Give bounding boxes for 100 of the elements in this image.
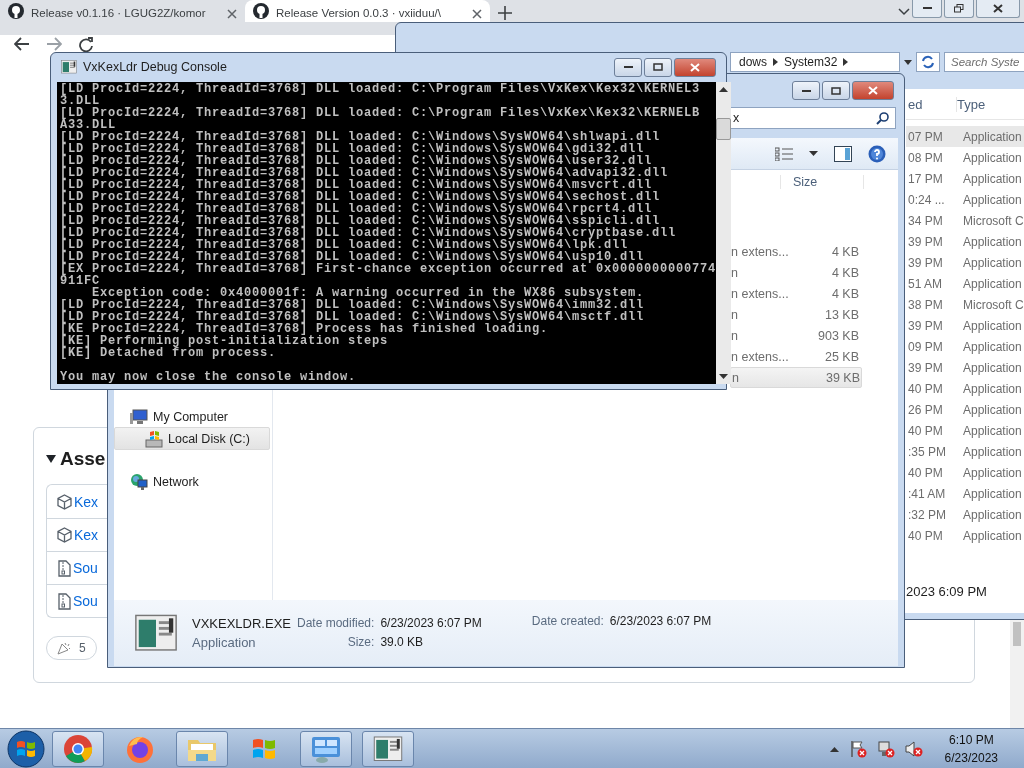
taskbar-button[interactable] bbox=[52, 731, 104, 767]
start-button[interactable] bbox=[7, 730, 45, 768]
computer-icon bbox=[130, 408, 148, 425]
asset-link[interactable]: Sou bbox=[73, 560, 98, 576]
file-row[interactable]: 40 PM Application bbox=[906, 378, 1024, 399]
file-row[interactable]: n extens... 4 KB bbox=[730, 241, 862, 262]
network-alert-icon[interactable] bbox=[876, 740, 895, 758]
close-icon[interactable] bbox=[227, 9, 237, 19]
file-row[interactable]: 17 PM Application bbox=[906, 168, 1024, 189]
close-icon[interactable] bbox=[472, 9, 482, 19]
file-row[interactable]: 34 PM Microsoft C bbox=[906, 210, 1024, 231]
file-row[interactable]: n 903 KB bbox=[730, 325, 862, 346]
scroll-down-icon[interactable] bbox=[719, 374, 729, 379]
back-icon[interactable] bbox=[14, 37, 30, 51]
console-line: 911FC bbox=[60, 275, 100, 287]
show-hidden-icons-icon[interactable] bbox=[829, 746, 839, 752]
file-row[interactable]: 40 PM Application bbox=[906, 420, 1024, 441]
view-list-icon[interactable] bbox=[775, 146, 793, 161]
refresh-button[interactable] bbox=[916, 52, 940, 72]
file-row[interactable]: 39 PM Application bbox=[906, 231, 1024, 252]
file-row[interactable]: :41 AM Application bbox=[906, 483, 1024, 504]
console-line: [LD ProcId=2224, ThreadId=3768] DLL loaded: C:\Windows\SysWOW64\sechost.dll bbox=[60, 191, 662, 203]
dropdown-icon[interactable] bbox=[904, 59, 912, 65]
file-row[interactable]: n extens... 4 KB bbox=[730, 283, 862, 304]
file-row[interactable]: n 39 KB bbox=[730, 367, 862, 388]
maximize-button[interactable] bbox=[644, 57, 672, 77]
taskbar-button[interactable] bbox=[300, 731, 352, 767]
dropdown-icon[interactable] bbox=[809, 151, 818, 156]
new-tab-icon[interactable] bbox=[498, 6, 512, 20]
browser-tab[interactable]: Release v0.1.16 · LGUG2Z/komor bbox=[0, 0, 245, 22]
close-button[interactable] bbox=[674, 57, 716, 77]
firefox-icon[interactable] bbox=[125, 734, 155, 764]
refresh-icon bbox=[921, 55, 935, 69]
taskbar-button[interactable] bbox=[176, 731, 228, 767]
nav-item[interactable]: My Computer bbox=[114, 406, 272, 427]
detail-label: Date modified: bbox=[297, 616, 375, 631]
file-row[interactable]: n extens... 25 KB bbox=[730, 346, 862, 367]
minimize-icon bbox=[623, 65, 633, 69]
taskbar-button[interactable] bbox=[362, 731, 414, 767]
chevron-down-icon[interactable] bbox=[898, 8, 910, 16]
clock[interactable]: 6:10 PM 6/23/2023 bbox=[944, 733, 998, 765]
flag-alert-icon[interactable] bbox=[848, 740, 867, 758]
github-icon bbox=[253, 3, 269, 19]
console-line: [LD ProcId=2224, ThreadId=3768] DLL loaded: C:\Windows\SysWOW64\msctf.dll bbox=[60, 311, 646, 323]
asset-link[interactable]: Sou bbox=[73, 593, 98, 609]
github-icon bbox=[8, 3, 24, 19]
file-row[interactable]: 40 PM Application bbox=[906, 462, 1024, 483]
file-row[interactable]: n 4 KB bbox=[730, 262, 862, 283]
help-icon[interactable] bbox=[868, 144, 886, 163]
file-row[interactable]: 09 PM Application bbox=[906, 336, 1024, 357]
asset-link[interactable]: Kex bbox=[74, 493, 99, 510]
scrollbar[interactable] bbox=[716, 82, 732, 384]
maximize-button[interactable] bbox=[822, 81, 850, 100]
browser-tab[interactable]: Release Version 0.0.3 · vxiiduu/\ bbox=[245, 0, 490, 22]
chrome-icon[interactable] bbox=[63, 734, 93, 764]
column-header[interactable]: Size bbox=[780, 175, 864, 189]
scroll-thumb[interactable] bbox=[716, 118, 732, 140]
file-row[interactable]: 0:24 ... Application bbox=[906, 189, 1024, 210]
file-row[interactable]: 51 AM Application bbox=[906, 273, 1024, 294]
column-header[interactable]: ed bbox=[906, 96, 956, 112]
minimize-button[interactable] bbox=[912, 0, 942, 18]
file-row[interactable]: 39 PM Application bbox=[906, 252, 1024, 273]
file-row[interactable]: 08 PM Application bbox=[906, 147, 1024, 168]
control-panel-icon[interactable] bbox=[310, 734, 342, 764]
file-row[interactable]: 39 PM Application bbox=[906, 315, 1024, 336]
minimize-button[interactable] bbox=[792, 81, 820, 100]
address-bar[interactable]: dows System32 bbox=[730, 52, 900, 72]
file-row[interactable]: :32 PM Application bbox=[906, 504, 1024, 525]
console-line: [KE] Performing post-initialization steps bbox=[60, 335, 390, 347]
caret-icon[interactable] bbox=[46, 455, 56, 463]
nav-item[interactable]: Local Disk (C:) bbox=[114, 427, 270, 450]
forward-icon[interactable] bbox=[46, 37, 62, 51]
file-row[interactable]: 07 PM Application bbox=[906, 126, 1024, 147]
search-icon[interactable] bbox=[876, 111, 889, 125]
speaker-muted-icon[interactable] bbox=[904, 740, 923, 758]
scroll-up-icon[interactable] bbox=[719, 87, 729, 92]
file-row[interactable]: n 13 KB bbox=[730, 304, 862, 325]
package-icon bbox=[57, 527, 72, 543]
scrollbar[interactable] bbox=[1010, 620, 1024, 728]
close-button[interactable] bbox=[852, 81, 894, 100]
file-row[interactable]: :35 PM Application bbox=[906, 441, 1024, 462]
reload-icon[interactable] bbox=[78, 37, 94, 53]
file-row[interactable]: 39 PM Application bbox=[906, 357, 1024, 378]
file-row[interactable]: 40 PM Application bbox=[906, 525, 1024, 546]
search-field[interactable]: x bbox=[730, 107, 896, 129]
column-header[interactable]: Type bbox=[956, 96, 986, 112]
preview-pane-icon[interactable] bbox=[834, 145, 852, 162]
search-field[interactable]: Search Syste bbox=[944, 52, 1024, 72]
window-title: VxKexLdr Debug Console bbox=[83, 60, 228, 74]
file-row[interactable]: 26 PM Application bbox=[906, 399, 1024, 420]
file-row[interactable]: 38 PM Microsoft C bbox=[906, 294, 1024, 315]
console-window-icon[interactable] bbox=[373, 736, 403, 762]
minimize-button[interactable] bbox=[614, 57, 642, 77]
nav-item[interactable]: Network bbox=[114, 471, 272, 492]
close-button[interactable] bbox=[976, 0, 1020, 18]
console-line: [LD ProcId=2224, ThreadId=3768] DLL loaded: C:\Program Files\VxKex\Kex32\KERNEL3 bbox=[60, 83, 702, 95]
asset-link[interactable]: Kex bbox=[74, 527, 99, 543]
restore-button[interactable] bbox=[944, 0, 974, 18]
chevron-right-icon bbox=[773, 58, 778, 66]
close-icon bbox=[690, 62, 700, 72]
